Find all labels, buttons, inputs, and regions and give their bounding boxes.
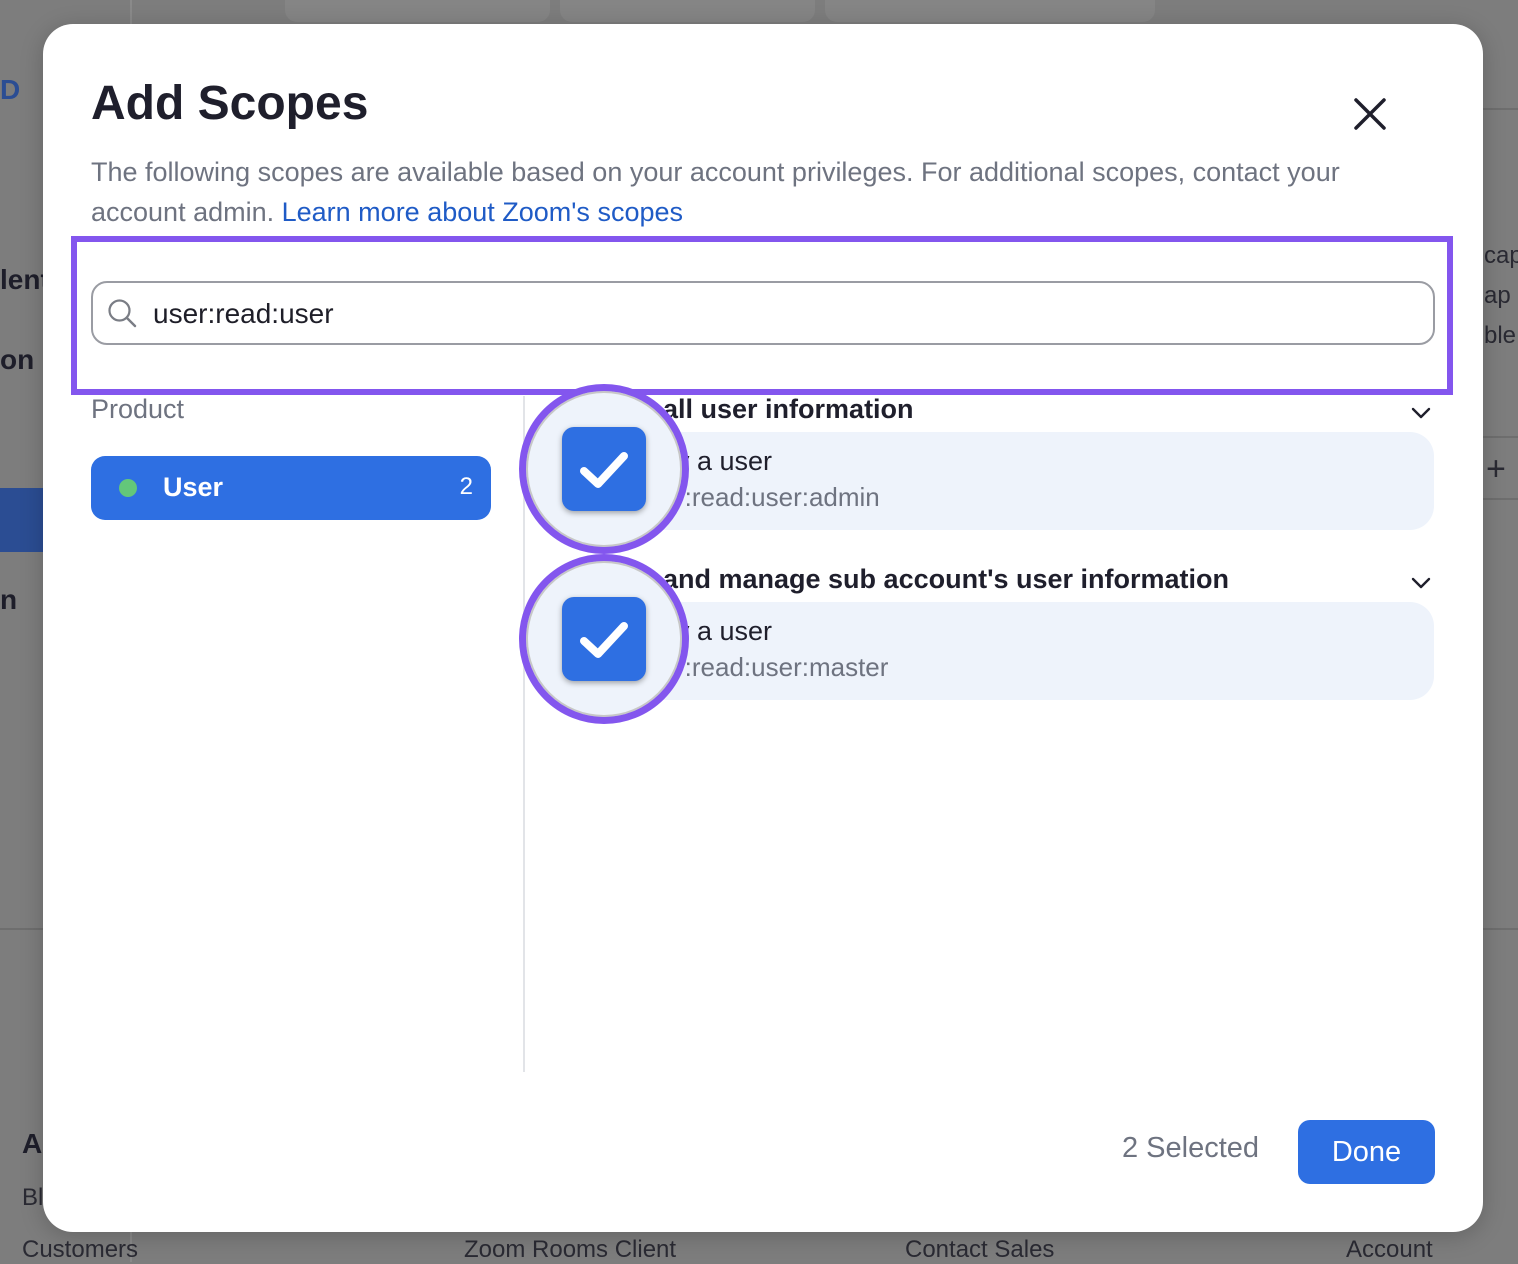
background-tab bbox=[560, 0, 815, 22]
background-line bbox=[1483, 436, 1518, 438]
scope-group-title: all user information bbox=[663, 394, 914, 424]
background-line bbox=[1483, 498, 1518, 500]
checkmark-icon bbox=[580, 622, 628, 658]
background-fragment: A bbox=[22, 1128, 43, 1159]
background-fragment: ap bbox=[1484, 282, 1511, 309]
background-nav-active bbox=[0, 488, 44, 552]
done-button[interactable]: Done bbox=[1298, 1120, 1435, 1184]
close-button[interactable] bbox=[1348, 92, 1392, 136]
learn-more-link[interactable]: Learn more about Zoom's scopes bbox=[282, 197, 683, 227]
description-text: The following scopes are available based… bbox=[91, 157, 1340, 227]
scope-checkbox[interactable] bbox=[562, 427, 646, 511]
scope-group-title: and manage sub account's user informatio… bbox=[663, 564, 1230, 594]
background-fragment: cap bbox=[1484, 242, 1518, 269]
dialog-title: Add Scopes bbox=[91, 77, 369, 130]
add-scopes-dialog: Add Scopes The following scopes are avai… bbox=[43, 24, 1483, 1232]
scope-item[interactable]: v a user r:read:user:admin bbox=[588, 432, 1434, 530]
checkmark-icon bbox=[580, 452, 628, 488]
footer-link: Customers bbox=[22, 1236, 139, 1263]
background-fragment: n bbox=[0, 584, 18, 615]
product-heading: Product bbox=[91, 394, 185, 424]
background-fragment: on bbox=[0, 344, 35, 375]
checkbox-magnifier bbox=[519, 554, 689, 724]
background-tab bbox=[825, 0, 1155, 22]
search-input[interactable] bbox=[151, 291, 1415, 337]
status-dot-icon bbox=[119, 479, 137, 497]
scope-checkbox[interactable] bbox=[562, 597, 646, 681]
selected-count: 2 Selected bbox=[1122, 1132, 1260, 1164]
background-plus-icon: + bbox=[1486, 450, 1506, 488]
scope-name: v a user bbox=[676, 446, 773, 476]
footer-link: Zoom Rooms Client bbox=[464, 1236, 677, 1263]
background-tab bbox=[285, 0, 550, 22]
background-line bbox=[1483, 108, 1518, 110]
background-fragment: Bl bbox=[22, 1184, 44, 1211]
search-box bbox=[91, 281, 1435, 345]
search-icon bbox=[108, 299, 137, 328]
product-item-user[interactable]: User 2 bbox=[91, 456, 491, 520]
scope-name: v a user bbox=[676, 616, 773, 646]
close-icon bbox=[1354, 98, 1386, 130]
footer-link: Account bbox=[1346, 1236, 1433, 1263]
product-name: User bbox=[163, 472, 224, 502]
scope-item[interactable]: v a user r:read:user:master bbox=[588, 602, 1434, 700]
chevron-down-icon[interactable] bbox=[1410, 406, 1432, 420]
background-fragment: ble bbox=[1484, 322, 1517, 349]
product-count: 2 bbox=[459, 473, 473, 500]
background-fragment: D bbox=[0, 74, 21, 105]
dialog-description: The following scopes are available based… bbox=[91, 152, 1431, 232]
checkbox-magnifier bbox=[519, 384, 689, 554]
scope-id: r:read:user:master bbox=[676, 652, 889, 682]
scope-id: r:read:user:admin bbox=[676, 482, 880, 512]
footer-link: Contact Sales bbox=[905, 1236, 1055, 1263]
chevron-down-icon[interactable] bbox=[1410, 576, 1432, 590]
